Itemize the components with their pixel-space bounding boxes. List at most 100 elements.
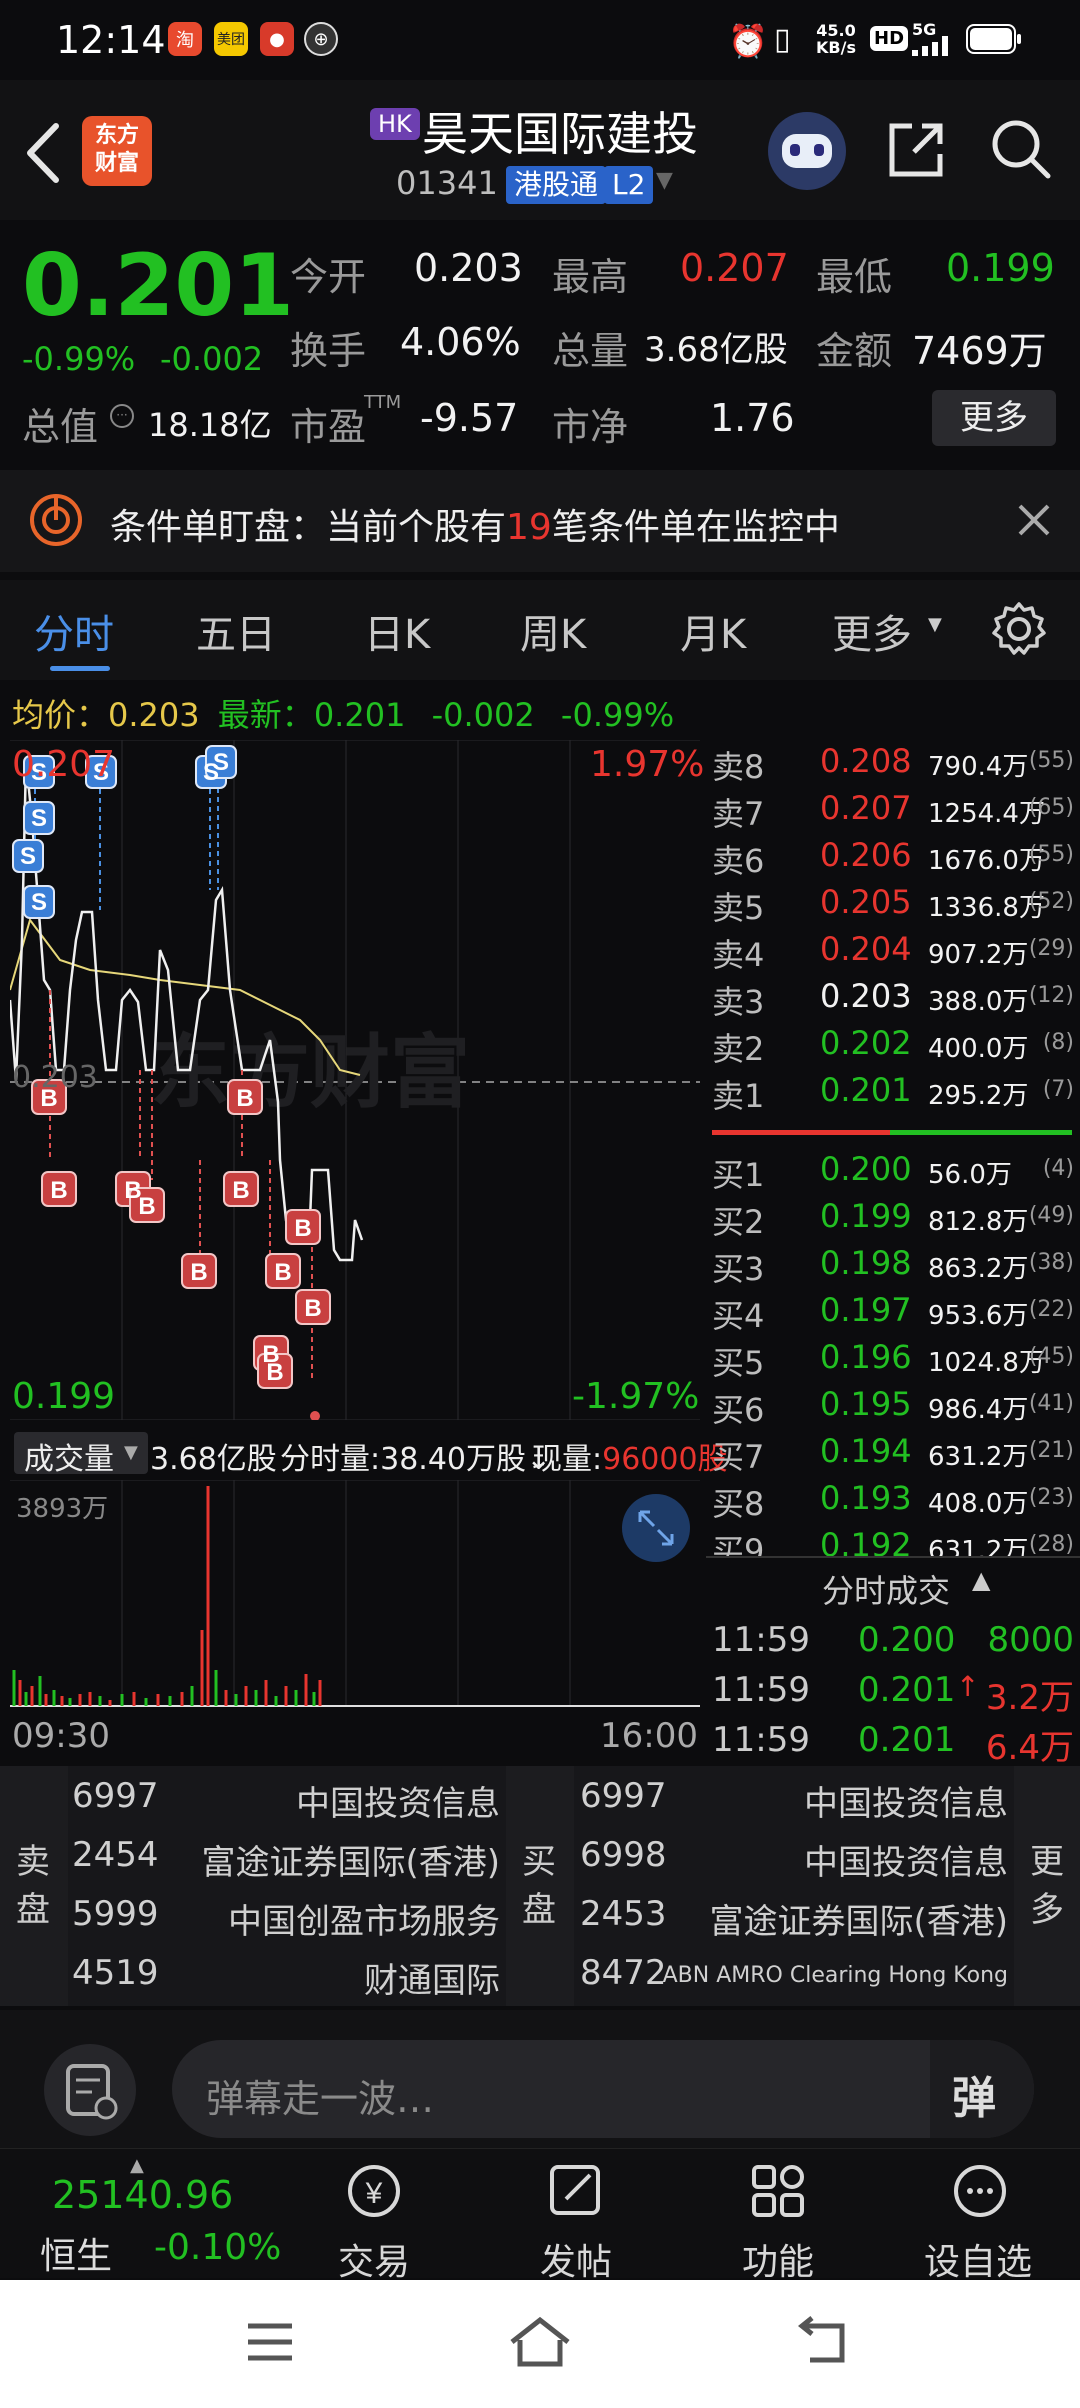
ask-level-row[interactable]: 卖3 0.203 388.0万 (12) xyxy=(712,977,1080,1025)
bid-level-row[interactable]: 买3 0.198 863.2万 (38) xyxy=(712,1244,1080,1292)
tab-5day[interactable]: 五日 xyxy=(196,602,276,660)
tick-time: 11:59 xyxy=(712,1620,810,1660)
ask-level-volume: 1254.4万 xyxy=(928,799,1045,829)
ask-level-count: (55) xyxy=(1028,748,1074,773)
close-icon[interactable] xyxy=(1016,502,1052,538)
index-value[interactable]: 25140.96 xyxy=(52,2173,233,2217)
tick-volume: 8000 xyxy=(987,1620,1074,1660)
ask-level-row[interactable]: 卖5 0.205 1336.8万 (52) xyxy=(712,883,1080,931)
expand-icon[interactable] xyxy=(622,1494,690,1562)
ask-level-volume: 400.0万 xyxy=(928,1034,1029,1064)
bid-level-price: 0.200 xyxy=(820,1150,912,1188)
chevron-down-icon[interactable]: ▼ xyxy=(656,168,673,193)
tab-daily-k[interactable]: 日K xyxy=(364,602,430,660)
tab-monthly-k[interactable]: 月K xyxy=(680,602,746,660)
ask-level-row[interactable]: 卖4 0.204 907.2万 (29) xyxy=(712,930,1080,978)
bid-level-label: 买4 xyxy=(712,1297,765,1335)
functions-grid-icon[interactable] xyxy=(746,2159,810,2223)
search-icon[interactable] xyxy=(988,116,1054,182)
broker-queue[interactable]: 卖盘 买盘 更多 6997 中国投资信息 2454 富途证券国际(香港) 5999 中国创… xyxy=(0,1766,1080,2006)
intraday-chart[interactable]: 东方财富 SSSS S SS BB BB BBBB BBBB xyxy=(10,740,700,1420)
bid-level-row[interactable]: 买1 0.200 56.0万 (4) xyxy=(712,1150,1080,1198)
home-icon[interactable] xyxy=(508,2314,572,2370)
more-button[interactable]: 更多 xyxy=(932,390,1056,446)
ask-level-price: 0.204 xyxy=(820,930,912,968)
index-name[interactable]: 恒生 xyxy=(40,2227,112,2279)
bid-level-row[interactable]: 买5 0.196 1024.8万 (45) xyxy=(712,1338,1080,1386)
mktcap-value: 18.18亿 xyxy=(148,406,272,444)
tick-time: 11:59 xyxy=(712,1670,810,1710)
condition-order-banner[interactable]: 条件单盯盘：当前个股有19笔条件单在监控中 xyxy=(0,470,1080,572)
bid-level-row[interactable]: 买4 0.197 953.6万 (22) xyxy=(712,1291,1080,1339)
amount-label: 金额 xyxy=(816,329,893,373)
add-watchlist-icon[interactable] xyxy=(948,2159,1012,2223)
broker-id: 5999 xyxy=(72,1894,159,1934)
ask-level-label: 卖6 xyxy=(712,842,765,880)
bid-level-row[interactable]: 买7 0.194 631.2万 (21) xyxy=(712,1432,1080,1480)
ticks-header[interactable]: 分时成交 xyxy=(822,1566,950,1612)
arrow-up-icon: ↑ xyxy=(956,1670,980,1703)
bid-level-row[interactable]: 买9 0.192 631.2万 (28) xyxy=(712,1526,1080,1556)
tab-more[interactable]: 更多 xyxy=(832,602,912,660)
time-start: 09:30 xyxy=(12,1716,110,1756)
share-icon[interactable] xyxy=(884,118,948,182)
trade-icon[interactable]: ¥ xyxy=(342,2159,406,2223)
ask-ratio-bar xyxy=(712,1130,890,1135)
bid-level-label: 买1 xyxy=(712,1156,765,1194)
eastmoney-logo[interactable]: 东方 财富 xyxy=(82,116,152,186)
broker-more-button[interactable]: 更多 xyxy=(1030,1838,1066,1934)
back-arrow-icon[interactable] xyxy=(18,118,68,188)
bid-level-volume: 812.8万 xyxy=(928,1207,1029,1237)
settings-gear-icon[interactable] xyxy=(990,600,1048,658)
tab-intraday[interactable]: 分时 xyxy=(34,602,114,660)
chart-mid-price: 0.203 xyxy=(12,1060,98,1095)
danmu-toggle-icon[interactable]: 弹 xyxy=(952,2062,996,2126)
tab-weekly-k[interactable]: 周K xyxy=(520,602,586,660)
bid-level-row[interactable]: 买6 0.195 986.4万 (41) xyxy=(712,1385,1080,1433)
ask-level-row[interactable]: 卖1 0.201 295.2万 (7) xyxy=(712,1071,1080,1119)
ask-level-label: 卖4 xyxy=(712,936,765,974)
ask-level-count: (7) xyxy=(1042,1077,1074,1102)
broker-name: 富途证券国际(香港) xyxy=(709,1902,1008,1942)
nav-watchlist[interactable]: 设自选 xyxy=(924,2233,1032,2285)
bid-level-count: (38) xyxy=(1028,1250,1074,1275)
bid-level-label: 买6 xyxy=(712,1391,765,1429)
target-icon xyxy=(30,494,82,546)
robot-assistant-icon[interactable] xyxy=(768,112,846,190)
ask-level-price: 0.207 xyxy=(820,789,912,827)
index-change: -0.10% xyxy=(154,2227,282,2268)
stock-name: 昊天国际建投 xyxy=(422,107,698,161)
broker-id: 8472 xyxy=(580,1953,667,1993)
volume-selector[interactable]: 成交量 ▼ xyxy=(14,1432,148,1477)
bid-level-row[interactable]: 买2 0.199 812.8万 (49) xyxy=(712,1197,1080,1245)
pdd-app-icon: ● xyxy=(260,22,294,56)
nav-functions[interactable]: 功能 xyxy=(742,2233,814,2285)
svg-text:¥: ¥ xyxy=(365,2177,383,2210)
nav-post[interactable]: 发帖 xyxy=(540,2233,612,2285)
volume-chart[interactable] xyxy=(10,1480,700,1708)
svg-text:B: B xyxy=(232,1177,249,1204)
market-badge: HK xyxy=(370,108,420,140)
bid-level-price: 0.199 xyxy=(820,1197,912,1235)
hd-icon: HD xyxy=(870,26,909,51)
post-edit-icon[interactable] xyxy=(544,2159,608,2223)
bid-level-row[interactable]: 买8 0.193 408.0万 (23) xyxy=(712,1479,1080,1527)
notes-icon[interactable] xyxy=(44,2044,136,2136)
ask-level-label: 卖7 xyxy=(712,795,765,833)
menu-icon[interactable] xyxy=(246,2322,294,2362)
ask-level-row[interactable]: 卖8 0.208 790.4万 (55) xyxy=(712,742,1080,790)
ask-level-row[interactable]: 卖2 0.202 400.0万 (8) xyxy=(712,1024,1080,1072)
ask-level-row[interactable]: 卖7 0.207 1254.4万 (65) xyxy=(712,789,1080,837)
info-icon[interactable]: ··· xyxy=(110,404,134,428)
broker-id: 4519 xyxy=(72,1953,159,1993)
chart-top-pct: 1.97% xyxy=(590,744,705,785)
svg-text:S: S xyxy=(20,843,36,870)
back-icon[interactable] xyxy=(796,2316,852,2368)
nav-trade[interactable]: 交易 xyxy=(338,2233,410,2285)
battery-icon xyxy=(966,24,1021,54)
ask-level-volume: 1676.0万 xyxy=(928,846,1045,876)
bid-level-volume: 631.2万 xyxy=(928,1536,1029,1556)
low-value: 0.199 xyxy=(946,246,1055,290)
danmu-input[interactable]: 弹幕走一波… 弹 xyxy=(172,2040,1034,2138)
ask-level-row[interactable]: 卖6 0.206 1676.0万 (55) xyxy=(712,836,1080,884)
